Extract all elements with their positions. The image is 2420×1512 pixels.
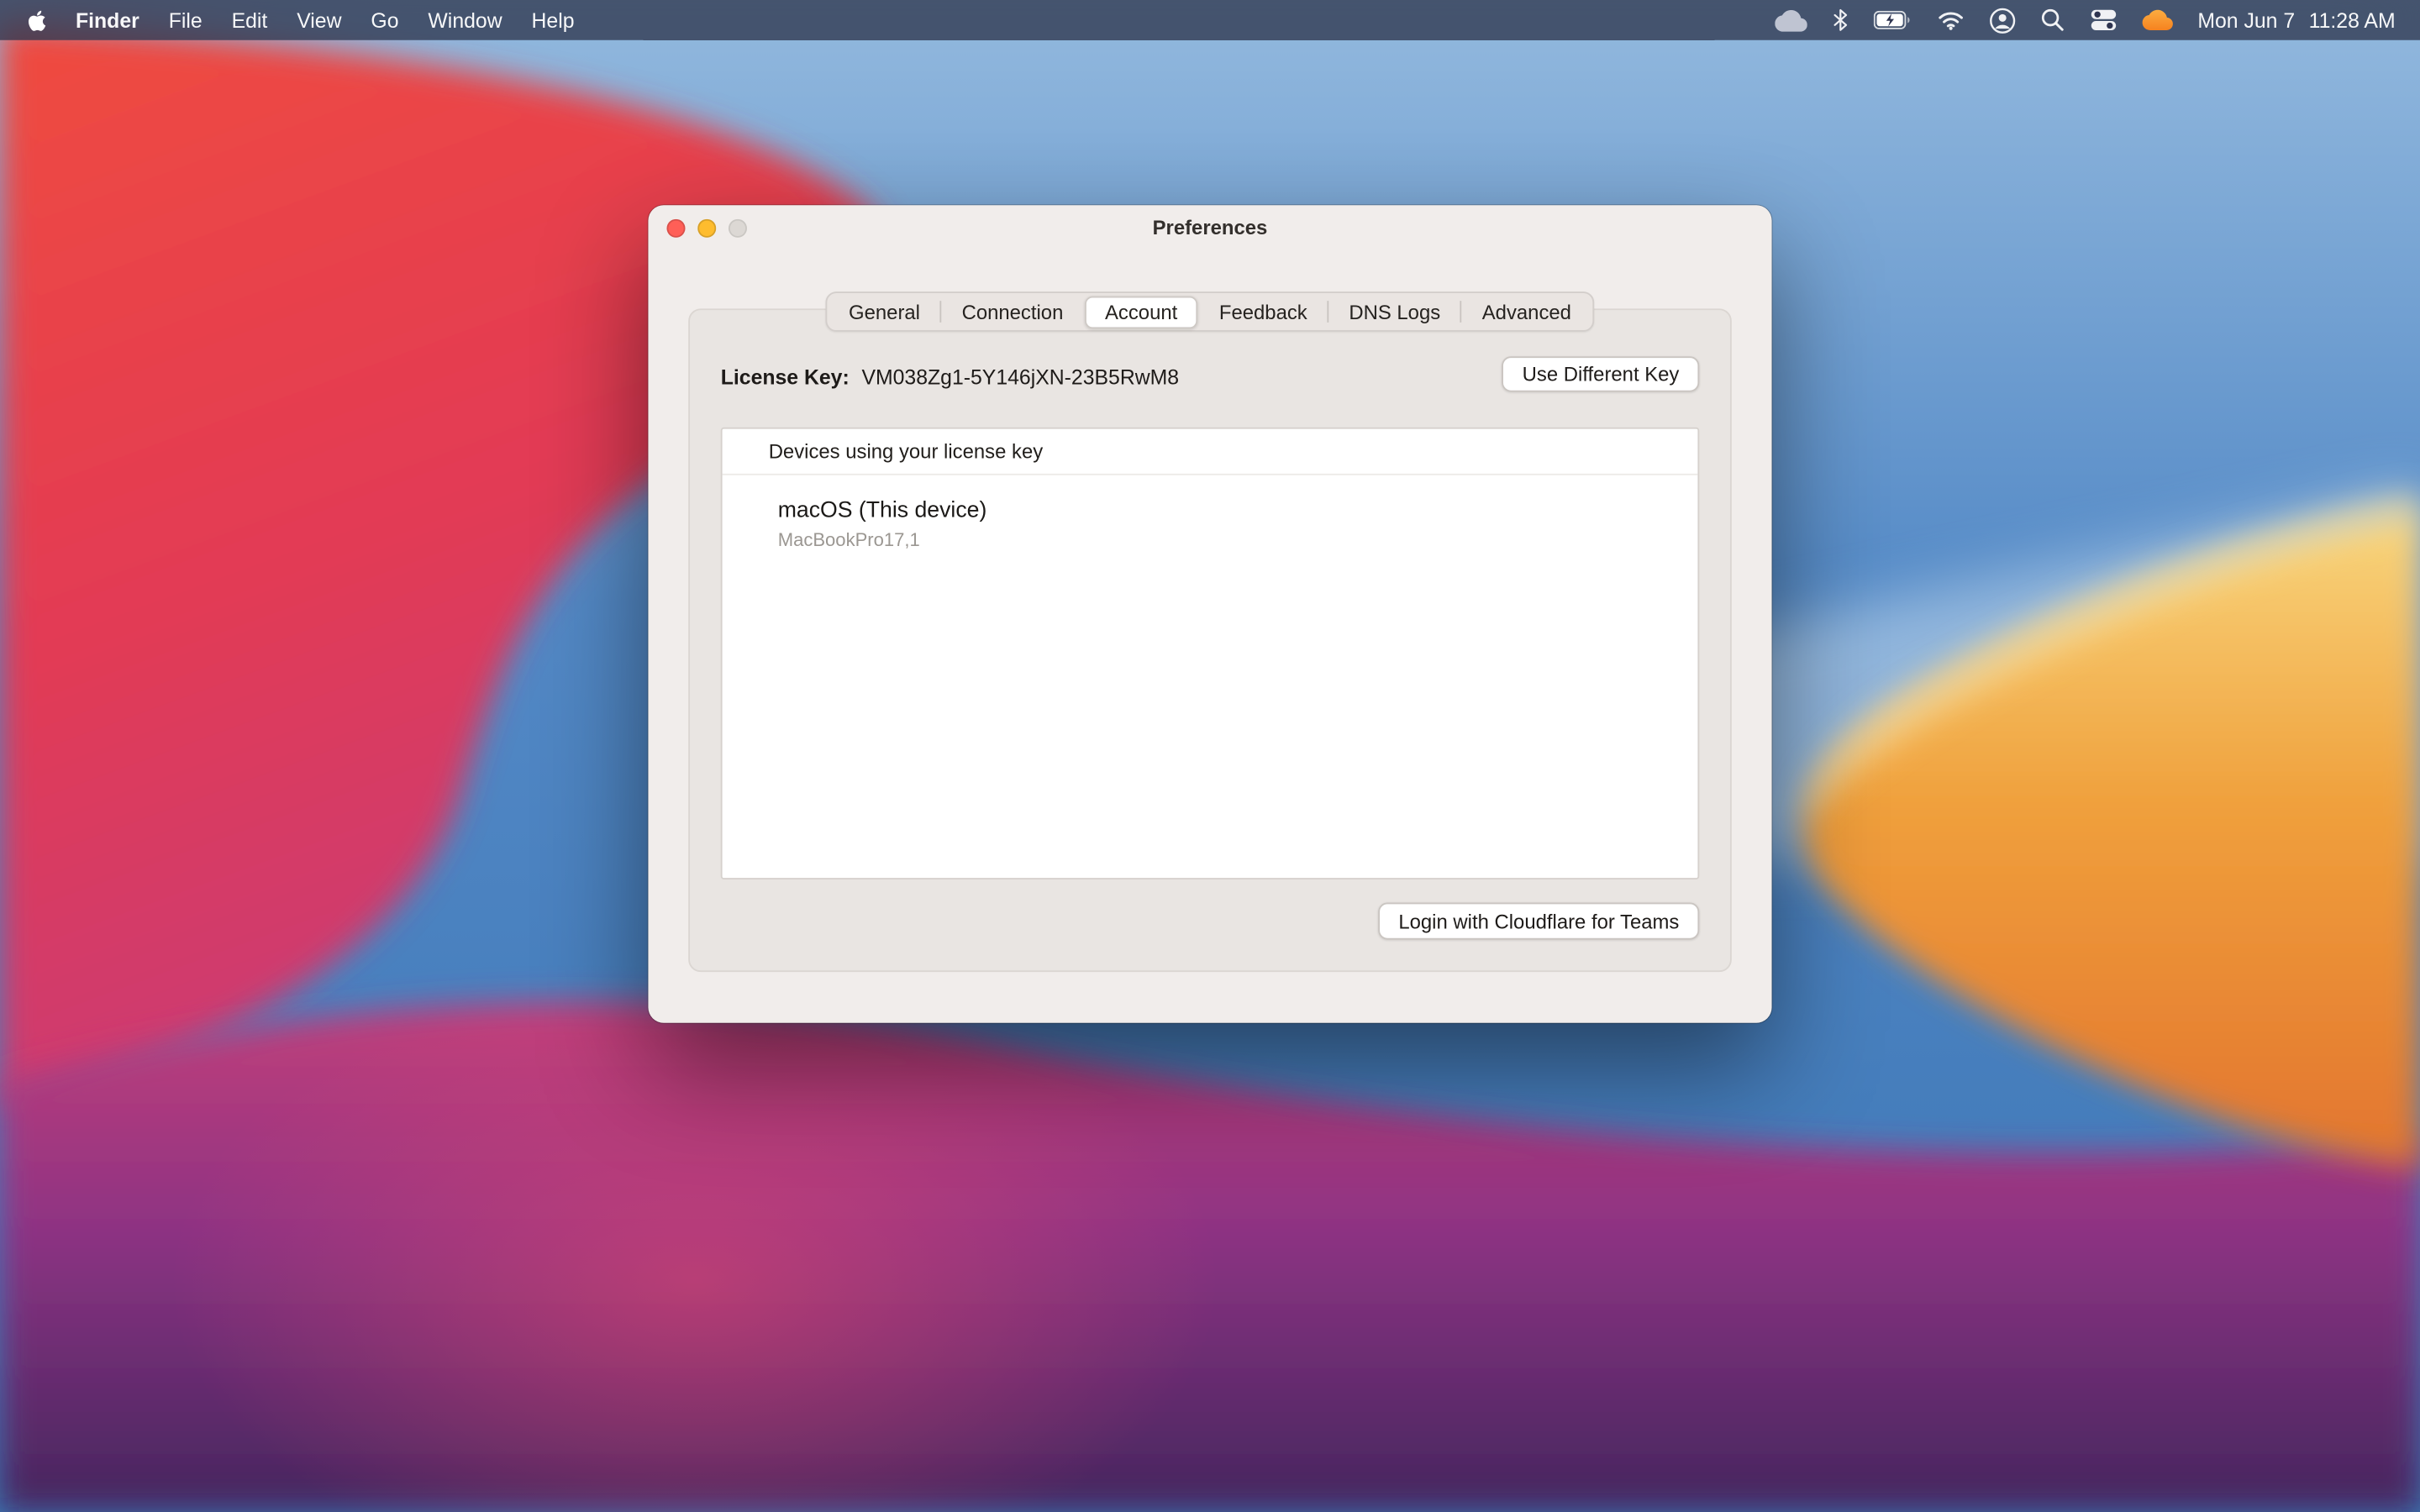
close-button[interactable]: [666, 219, 685, 238]
user-switch-icon[interactable]: [1989, 7, 2015, 33]
menu-item-file[interactable]: File: [169, 8, 203, 32]
window-titlebar[interactable]: Preferences: [648, 205, 1771, 251]
devices-panel: Devices using your license key macOS (Th…: [721, 428, 1699, 879]
menu-item-edit[interactable]: Edit: [232, 8, 268, 32]
tab-dns-logs[interactable]: DNS Logs: [1328, 296, 1460, 328]
clock-date: Mon Jun 7: [2197, 8, 2295, 32]
spotlight-icon[interactable]: [2040, 8, 2065, 32]
tab-bar: General Connection Account Feedback DNS …: [825, 291, 1594, 332]
license-key-label: License Key:: [721, 365, 850, 389]
devices-panel-header: Devices using your license key: [723, 429, 1698, 475]
desktop: Finder File Edit View Go Window Help: [0, 0, 2420, 1512]
bluetooth-icon[interactable]: [1832, 8, 1849, 32]
menu-bar-clock[interactable]: Mon Jun 7 11:28 AM: [2197, 8, 2395, 32]
device-list-item[interactable]: macOS (This device) MacBookPro17,1: [723, 475, 1698, 551]
active-app-menu[interactable]: Finder: [76, 8, 139, 32]
menu-item-help[interactable]: Help: [531, 8, 574, 32]
tab-account[interactable]: Account: [1085, 296, 1197, 328]
device-model: MacBookPro17,1: [778, 529, 1698, 551]
tab-feedback[interactable]: Feedback: [1199, 296, 1328, 328]
login-cloudflare-teams-button[interactable]: Login with Cloudflare for Teams: [1378, 902, 1699, 939]
tab-advanced[interactable]: Advanced: [1462, 296, 1591, 328]
wifi-icon[interactable]: [1937, 9, 1965, 31]
menu-item-go[interactable]: Go: [371, 8, 398, 32]
zoom-button: [729, 219, 747, 238]
use-different-key-button[interactable]: Use Different Key: [1502, 356, 1699, 391]
tab-connection[interactable]: Connection: [942, 296, 1084, 328]
menu-item-view[interactable]: View: [297, 8, 341, 32]
license-key-row: License Key: VM038Zg1-5Y146jXN-23B5RwM8: [721, 365, 1179, 389]
tab-content-box: License Key: VM038Zg1-5Y146jXN-23B5RwM8 U…: [688, 308, 1732, 972]
device-name: macOS (This device): [778, 498, 1698, 522]
battery-charging-icon[interactable]: [1874, 11, 1912, 29]
warp-app-icon[interactable]: [2142, 9, 2173, 31]
tab-general[interactable]: General: [829, 296, 940, 328]
minimize-button[interactable]: [697, 219, 716, 238]
menu-item-window[interactable]: Window: [428, 8, 502, 32]
window-title: Preferences: [648, 205, 1771, 251]
menu-bar: Finder File Edit View Go Window Help: [0, 0, 2420, 40]
license-key-value: VM038Zg1-5Y146jXN-23B5RwM8: [861, 365, 1179, 389]
clock-time: 11:28 AM: [2309, 8, 2396, 32]
control-center-icon[interactable]: [2090, 6, 2118, 34]
preferences-window: Preferences License Key: VM038Zg1-5Y146jX…: [648, 205, 1771, 1022]
apple-menu-icon[interactable]: [28, 8, 46, 32]
traffic-lights: [666, 219, 747, 238]
cloud-icon[interactable]: [1775, 8, 1807, 32]
